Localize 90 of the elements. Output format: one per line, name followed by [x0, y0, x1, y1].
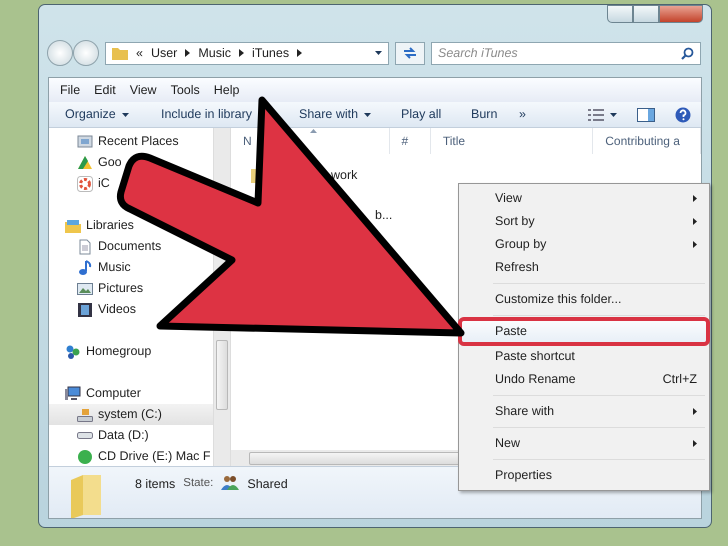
caret-icon: [122, 112, 129, 116]
menu-item[interactable]: File: [53, 80, 88, 100]
computer-icon: [65, 386, 81, 402]
column-header[interactable]: Contributing a: [593, 128, 701, 154]
breadcrumb[interactable]: User: [150, 44, 178, 62]
state-label: State:: [183, 476, 214, 491]
toolbar-button[interactable]: »: [507, 105, 526, 124]
menu-item[interactable]: Share with: [461, 400, 707, 423]
breadcrumb[interactable]: Music: [198, 44, 232, 62]
nav-item[interactable]: iC: [49, 173, 110, 194]
cloud-icon: [77, 154, 93, 170]
menu-item[interactable]: Sort by: [461, 210, 707, 233]
pictures-icon: [77, 280, 93, 296]
close-button[interactable]: [659, 5, 703, 23]
folder-icon: [112, 46, 128, 60]
videos-icon: [77, 302, 93, 318]
pane-icon: [637, 108, 655, 122]
breadcrumb[interactable]: iTunes: [252, 44, 290, 62]
address-bar[interactable]: « User Music iTunes: [105, 42, 389, 64]
scrollbar-thumb[interactable]: [216, 340, 228, 410]
nav-item[interactable]: Libraries: [49, 215, 134, 236]
file-name[interactable]: work: [331, 166, 358, 184]
nav-item[interactable]: Documents: [49, 236, 162, 257]
toolbar-button[interactable]: Burn: [459, 105, 498, 124]
submenu-arrow-icon: [693, 408, 697, 415]
chevron-icon: [297, 49, 302, 57]
menu-item[interactable]: Properties: [461, 464, 707, 487]
recent-icon: [77, 134, 93, 150]
toolbar-button[interactable]: Share with: [287, 105, 372, 124]
sort-arrow-icon: [310, 129, 317, 133]
nav-item[interactable]: Pictures: [49, 278, 144, 299]
disc-icon: [77, 448, 93, 464]
menu-item[interactable]: Help: [206, 80, 246, 100]
nav-item[interactable]: CD Drive (E:) Mac F: [49, 446, 210, 467]
caret-icon: [364, 112, 372, 116]
toolbar-button[interactable]: Organize: [53, 105, 129, 124]
submenu-arrow-icon: [693, 241, 697, 248]
menu-item[interactable]: Undo Rename Ctrl+Z: [461, 368, 707, 391]
library-icon: [65, 218, 81, 234]
file-name[interactable]: b...: [375, 206, 392, 224]
refresh-icon: [402, 46, 418, 60]
item-count: 8 items: [135, 476, 176, 493]
toolbar-button[interactable]: Play all: [389, 105, 442, 124]
chevron-icon: [239, 49, 244, 57]
menu-item[interactable]: View: [461, 187, 707, 210]
folder-icon: [71, 475, 101, 518]
drive-icon: [77, 432, 93, 439]
refresh-button[interactable]: [395, 42, 425, 64]
submenu-arrow-icon: [693, 218, 697, 225]
menu-item[interactable]: Group by: [461, 233, 707, 256]
nav-item[interactable]: Music: [49, 257, 131, 278]
chevron-icon: [185, 49, 190, 57]
photos-icon: [77, 176, 93, 192]
overflow-chevron[interactable]: «: [136, 44, 143, 62]
help-icon: [675, 106, 691, 122]
nav-item[interactable]: Data (D:): [49, 425, 149, 446]
nav-item[interactable]: Homegroup: [49, 341, 152, 362]
music-icon: [77, 260, 93, 276]
state-value: Shared: [247, 476, 288, 493]
maximize-button[interactable]: [633, 5, 659, 23]
nav-item[interactable]: Goo: [49, 152, 122, 173]
forward-button[interactable]: [73, 40, 99, 66]
column-header[interactable]: Title: [430, 128, 594, 154]
menu-item[interactable]: Customize this folder...: [461, 288, 707, 311]
caret-icon: [610, 112, 617, 116]
system-icon: [77, 406, 93, 422]
nav-item[interactable]: system (C:): [49, 404, 213, 425]
search-icon: [681, 46, 694, 60]
homegroup-icon: [65, 344, 81, 360]
submenu-arrow-icon: [693, 195, 697, 202]
search-box[interactable]: Search iTunes: [431, 42, 701, 64]
menu-item[interactable]: Refresh: [461, 256, 707, 279]
back-button[interactable]: [47, 40, 73, 66]
users-icon: [221, 475, 240, 490]
nav-item[interactable]: Videos: [49, 299, 136, 320]
submenu-arrow-icon: [693, 440, 697, 447]
caret-icon: [375, 51, 382, 55]
menu-item[interactable]: Edit: [87, 80, 123, 100]
menu-item[interactable]: Tools: [164, 80, 207, 100]
minimize-button[interactable]: [607, 5, 633, 23]
column-header[interactable]: #: [390, 128, 431, 154]
menu-item[interactable]: View: [122, 80, 164, 100]
menu-item[interactable]: Paste: [461, 320, 707, 343]
view-list-icon: [588, 108, 604, 120]
documents-icon: [77, 238, 93, 254]
nav-item[interactable]: Computer: [49, 383, 141, 404]
menu-item[interactable]: New: [461, 432, 707, 455]
nav-item[interactable]: Recent Places: [49, 131, 179, 152]
menu-item[interactable]: Paste shortcut: [461, 345, 707, 368]
toolbar-button[interactable]: Include in library: [149, 105, 252, 124]
